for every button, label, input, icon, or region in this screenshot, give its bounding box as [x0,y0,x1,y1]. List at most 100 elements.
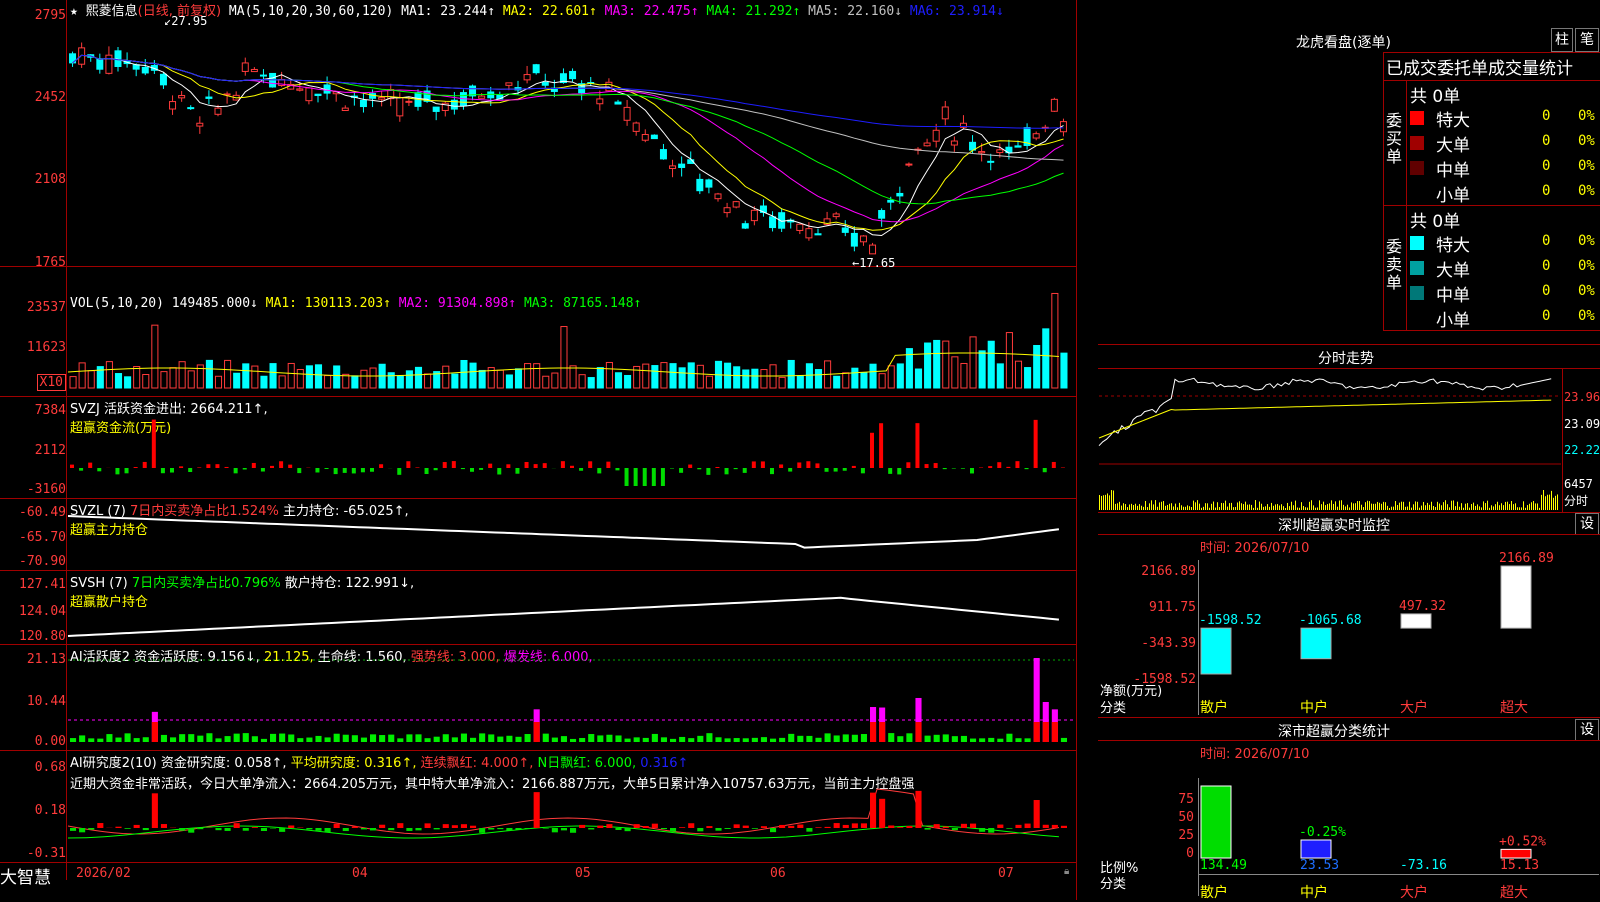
intraday-volume-bar [1265,506,1266,510]
flow-bar [125,468,129,473]
intraday-volume-bar [1345,506,1346,510]
intraday-volume-bar [1217,502,1218,510]
volume-bar [152,325,158,388]
classify-title: 深市超赢分类统计 [1278,721,1390,741]
research-bar [761,826,767,828]
flow-bar [252,463,256,468]
intraday-volume-bar [1313,505,1314,510]
classify-settings-button[interactable]: 设 [1575,719,1599,741]
row-name: 大单 [1436,131,1470,156]
down-candle [988,161,994,162]
intraday-volume-bar [1441,505,1442,510]
intraday-volume-bar [1503,505,1504,510]
activity-bar [906,733,912,742]
down-candle [679,164,685,167]
buy-side-label: 委买单 [1386,112,1406,166]
tick-view-button[interactable]: 笔 [1575,28,1599,52]
down-candle [160,74,166,85]
activity-bar [352,735,358,742]
activity-bar [652,734,658,742]
flow-bar [243,468,247,470]
flow-bar [906,462,910,468]
down-candle [1015,146,1021,147]
intraday-price-tick: 23.09 [1564,417,1600,431]
intraday-volume-bar [1409,502,1410,510]
activity-bar [779,738,785,742]
research-bar [861,823,867,828]
intraday-volume-bar [1123,503,1124,510]
research-bar [88,828,94,830]
flow-bar [425,468,429,474]
up-candle [942,107,948,119]
intraday-volume-bar [1493,506,1494,510]
down-candle [188,108,194,109]
intraday-volume-bar [1357,501,1358,510]
activity-bar [606,735,612,742]
divider [1098,512,1600,513]
research-bar [934,824,940,828]
flow-bar [234,468,238,473]
intraday-chart[interactable] [1099,368,1561,510]
bar-view-button[interactable]: 柱 [1551,28,1573,52]
activity-bar [315,736,321,742]
down-candle [542,82,548,85]
classify-tick: 0 [1186,846,1194,861]
research-bar [588,828,594,829]
intraday-volume-bar [1173,506,1174,510]
row-name: 小单 [1436,306,1470,331]
intraday-volume-bar [1355,503,1356,510]
up-candle [797,224,803,230]
classify-tick: 25 [1178,828,1194,843]
svzj-axis: 7384 2112 -3160 [0,396,66,498]
flow-bar [779,464,783,468]
flow-bar [988,466,992,468]
volume-bar [215,376,221,388]
intraday-volume-bar [1447,504,1448,510]
activity-bar [915,722,921,742]
research-bar [688,823,694,828]
x-tick: 06 [770,866,786,881]
activity-bar [143,737,149,742]
research-bar [370,828,376,830]
intraday-volume-bar [1149,503,1150,510]
candlestick-chart[interactable] [68,14,1074,266]
intraday-volume-bar [1359,501,1360,510]
intraday-volume-bar [1137,506,1138,510]
up-candle [1051,99,1057,111]
sell-side-label: 委卖单 [1386,238,1406,292]
volume-bar [697,365,703,388]
research-bar [625,828,631,831]
monitor-settings-button[interactable]: 设 [1575,513,1599,535]
activity-bar [106,734,112,742]
up-candle [524,75,530,80]
row-count: 0 [1542,158,1550,174]
svsh-tick: 120.80 [19,629,66,644]
activity-bar [897,736,903,742]
sell-row-large: 大单 0 0% [1408,256,1598,280]
svzj-tick: -3160 [27,482,66,497]
research-bar [843,825,849,828]
activity-bar [79,735,85,742]
activity-bar [306,738,312,742]
row-pct: 0% [1578,183,1595,199]
volume-bar [570,366,576,388]
intraday-volume-bar [1215,508,1216,510]
intraday-volume-bar [1509,504,1510,510]
intraday-volume-bar [1517,507,1518,510]
up-candle [342,108,348,110]
flow-bar [343,468,347,473]
intraday-volume-bar [1303,506,1304,510]
flow-bar [279,461,283,468]
intraday-volume-bar [1167,505,1168,510]
research-bar [579,825,585,828]
pane-divider [0,750,1076,751]
lock-icon[interactable]: 🔒︎ [1064,866,1069,877]
net-flow-bar [1301,628,1331,659]
intraday-volume-bar [1285,508,1286,510]
intraday-volume-bar [1189,506,1190,510]
volume-bar [1061,353,1067,388]
flow-bar [961,468,965,469]
legend-swatch [1410,161,1424,175]
volume-bar [388,373,394,388]
research-bar [261,828,267,831]
